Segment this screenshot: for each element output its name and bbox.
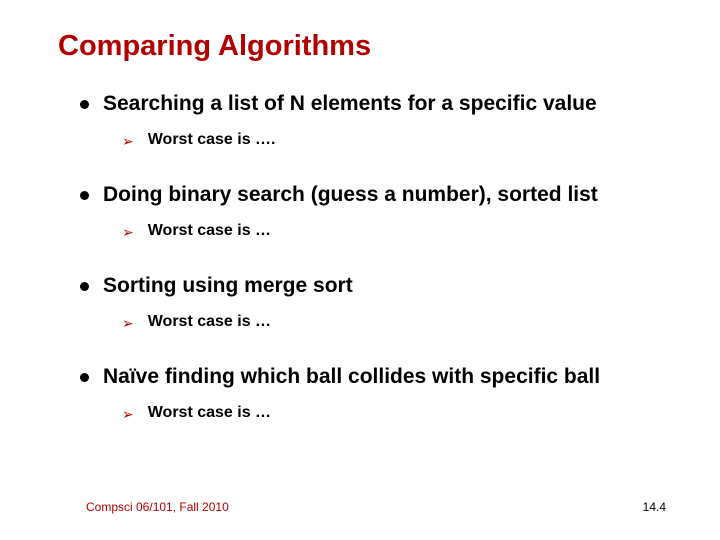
bullet-dot-icon	[80, 100, 89, 109]
sub-bullet-text: Worst case is …	[148, 404, 271, 422]
sub-bullet-row: ➢ Worst case is …	[80, 404, 680, 423]
sub-bullet-row: ➢ Worst case is …	[80, 222, 680, 241]
sub-bullet-text: Worst case is …	[148, 222, 271, 240]
bullet-row: Doing binary search (guess a number), so…	[80, 182, 680, 208]
bullet-dot-icon	[80, 282, 89, 291]
bullet-dot-icon	[80, 373, 89, 382]
sub-bullet-row: ➢ Worst case is …	[80, 313, 680, 332]
bullet-heading: Sorting using merge sort	[103, 273, 353, 299]
bullet-row: Searching a list of N elements for a spe…	[80, 91, 680, 117]
slide: Comparing Algorithms Searching a list of…	[0, 0, 720, 540]
footer-text: Compsci 06/101, Fall 2010	[86, 500, 229, 514]
bullet-heading: Searching a list of N elements for a spe…	[103, 91, 597, 117]
bullet-row: Naïve finding which ball collides with s…	[80, 364, 680, 390]
arrow-icon: ➢	[122, 315, 134, 332]
arrow-icon: ➢	[122, 406, 134, 423]
bullet-heading: Doing binary search (guess a number), so…	[103, 182, 598, 208]
sub-bullet-text: Worst case is …	[148, 313, 271, 331]
page-number: 14.4	[643, 500, 666, 514]
slide-content: Searching a list of N elements for a spe…	[0, 91, 720, 423]
arrow-icon: ➢	[122, 133, 134, 150]
sub-bullet-text: Worst case is ….	[148, 131, 276, 149]
bullet-item: Searching a list of N elements for a spe…	[80, 91, 680, 150]
bullet-item: Doing binary search (guess a number), so…	[80, 182, 680, 241]
bullet-item: Naïve finding which ball collides with s…	[80, 364, 680, 423]
bullet-dot-icon	[80, 191, 89, 200]
bullet-item: Sorting using merge sort ➢ Worst case is…	[80, 273, 680, 332]
bullet-heading: Naïve finding which ball collides with s…	[103, 364, 600, 390]
sub-bullet-row: ➢ Worst case is ….	[80, 131, 680, 150]
bullet-row: Sorting using merge sort	[80, 273, 680, 299]
slide-title: Comparing Algorithms	[0, 30, 720, 63]
arrow-icon: ➢	[122, 224, 134, 241]
